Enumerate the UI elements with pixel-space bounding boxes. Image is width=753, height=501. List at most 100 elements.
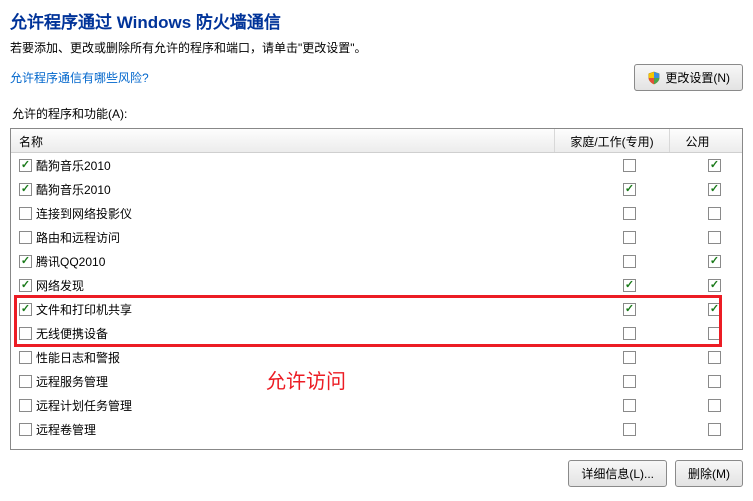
row-label: 性能日志和警报 <box>36 349 120 366</box>
row-name-cell: 酷狗音乐2010 <box>11 157 572 174</box>
row-public-cell <box>687 299 742 320</box>
public-checkbox[interactable] <box>708 351 721 364</box>
list-header: 名称 家庭/工作(专用) 公用 <box>11 129 742 153</box>
row-label: 腾讯QQ2010 <box>36 253 105 270</box>
home-checkbox[interactable] <box>623 303 636 316</box>
row-home-cell <box>572 251 687 272</box>
row-public-cell <box>687 179 742 200</box>
home-checkbox[interactable] <box>623 399 636 412</box>
enable-checkbox[interactable] <box>19 279 32 292</box>
public-checkbox[interactable] <box>708 183 721 196</box>
table-row[interactable]: 连接到网络投影仪 <box>11 201 742 225</box>
row-label: 无线便携设备 <box>36 325 108 342</box>
public-checkbox[interactable] <box>708 375 721 388</box>
row-label: 路由和远程访问 <box>36 229 120 246</box>
enable-checkbox[interactable] <box>19 255 32 268</box>
row-public-cell <box>687 347 742 368</box>
row-home-cell <box>572 395 687 416</box>
details-button[interactable]: 详细信息(L)... <box>568 460 667 487</box>
row-public-cell <box>687 275 742 296</box>
table-row[interactable]: 酷狗音乐2010 <box>11 177 742 201</box>
table-row[interactable]: 文件和打印机共享 <box>11 297 742 321</box>
row-home-cell <box>572 227 687 248</box>
enable-checkbox[interactable] <box>19 327 32 340</box>
home-checkbox[interactable] <box>623 207 636 220</box>
row-label: 远程服务管理 <box>36 373 108 390</box>
row-public-cell <box>687 251 742 272</box>
page-subtitle: 若要添加、更改或删除所有允许的程序和端口，请单击"更改设置"。 <box>10 39 743 56</box>
home-checkbox[interactable] <box>623 231 636 244</box>
row-public-cell <box>687 395 742 416</box>
row-name-cell: 连接到网络投影仪 <box>11 205 572 222</box>
row-label: 网络发现 <box>36 277 84 294</box>
public-checkbox[interactable] <box>708 207 721 220</box>
home-checkbox[interactable] <box>623 183 636 196</box>
column-header-name[interactable]: 名称 <box>11 129 555 152</box>
home-checkbox[interactable] <box>623 279 636 292</box>
row-label: 酷狗音乐2010 <box>36 157 111 174</box>
table-row[interactable]: 无线便携设备 <box>11 321 742 345</box>
enable-checkbox[interactable] <box>19 207 32 220</box>
home-checkbox[interactable] <box>623 351 636 364</box>
public-checkbox[interactable] <box>708 303 721 316</box>
enable-checkbox[interactable] <box>19 231 32 244</box>
row-name-cell: 无线便携设备 <box>11 325 572 342</box>
home-checkbox[interactable] <box>623 255 636 268</box>
enable-checkbox[interactable] <box>19 183 32 196</box>
remove-button[interactable]: 删除(M) <box>675 460 743 487</box>
table-row[interactable]: 酷狗音乐2010 <box>11 153 742 177</box>
row-home-cell <box>572 419 687 440</box>
public-checkbox[interactable] <box>708 423 721 436</box>
row-home-cell <box>572 203 687 224</box>
row-public-cell <box>687 419 742 440</box>
table-row[interactable]: 远程卷管理 <box>11 417 742 441</box>
page-title: 允许程序通过 Windows 防火墙通信 <box>10 8 743 33</box>
row-home-cell <box>572 371 687 392</box>
row-public-cell <box>687 323 742 344</box>
table-row[interactable]: 远程服务管理 <box>11 369 742 393</box>
enable-checkbox[interactable] <box>19 375 32 388</box>
public-checkbox[interactable] <box>708 399 721 412</box>
public-checkbox[interactable] <box>708 255 721 268</box>
change-settings-label: 更改设置(N) <box>665 69 730 86</box>
table-row[interactable]: 远程计划任务管理 <box>11 393 742 417</box>
column-header-home[interactable]: 家庭/工作(专用) <box>555 129 670 152</box>
public-checkbox[interactable] <box>708 279 721 292</box>
risk-link[interactable]: 允许程序通信有哪些风险? <box>10 69 149 86</box>
table-row[interactable]: 腾讯QQ2010 <box>11 249 742 273</box>
public-checkbox[interactable] <box>708 327 721 340</box>
row-home-cell <box>572 347 687 368</box>
row-name-cell: 路由和远程访问 <box>11 229 572 246</box>
enable-checkbox[interactable] <box>19 159 32 172</box>
row-name-cell: 远程计划任务管理 <box>11 397 572 414</box>
row-home-cell <box>572 299 687 320</box>
table-row[interactable]: 路由和远程访问 <box>11 225 742 249</box>
row-home-cell <box>572 323 687 344</box>
enable-checkbox[interactable] <box>19 399 32 412</box>
home-checkbox[interactable] <box>623 423 636 436</box>
row-label: 酷狗音乐2010 <box>36 181 111 198</box>
public-checkbox[interactable] <box>708 231 721 244</box>
enable-checkbox[interactable] <box>19 423 32 436</box>
row-public-cell <box>687 203 742 224</box>
home-checkbox[interactable] <box>623 375 636 388</box>
shield-icon <box>647 71 661 85</box>
row-name-cell: 网络发现 <box>11 277 572 294</box>
enable-checkbox[interactable] <box>19 303 32 316</box>
column-header-public[interactable]: 公用 <box>670 129 725 152</box>
table-row[interactable]: 性能日志和警报 <box>11 345 742 369</box>
table-row[interactable]: 网络发现 <box>11 273 742 297</box>
row-home-cell <box>572 155 687 176</box>
row-label: 文件和打印机共享 <box>36 301 132 318</box>
home-checkbox[interactable] <box>623 159 636 172</box>
row-name-cell: 文件和打印机共享 <box>11 301 572 318</box>
row-public-cell <box>687 155 742 176</box>
enable-checkbox[interactable] <box>19 351 32 364</box>
home-checkbox[interactable] <box>623 327 636 340</box>
change-settings-button[interactable]: 更改设置(N) <box>634 64 743 91</box>
row-name-cell: 腾讯QQ2010 <box>11 253 572 270</box>
public-checkbox[interactable] <box>708 159 721 172</box>
list-body[interactable]: 允许访问 酷狗音乐2010酷狗音乐2010连接到网络投影仪路由和远程访问腾讯QQ… <box>11 153 742 449</box>
row-name-cell: 酷狗音乐2010 <box>11 181 572 198</box>
row-name-cell: 远程卷管理 <box>11 421 572 438</box>
